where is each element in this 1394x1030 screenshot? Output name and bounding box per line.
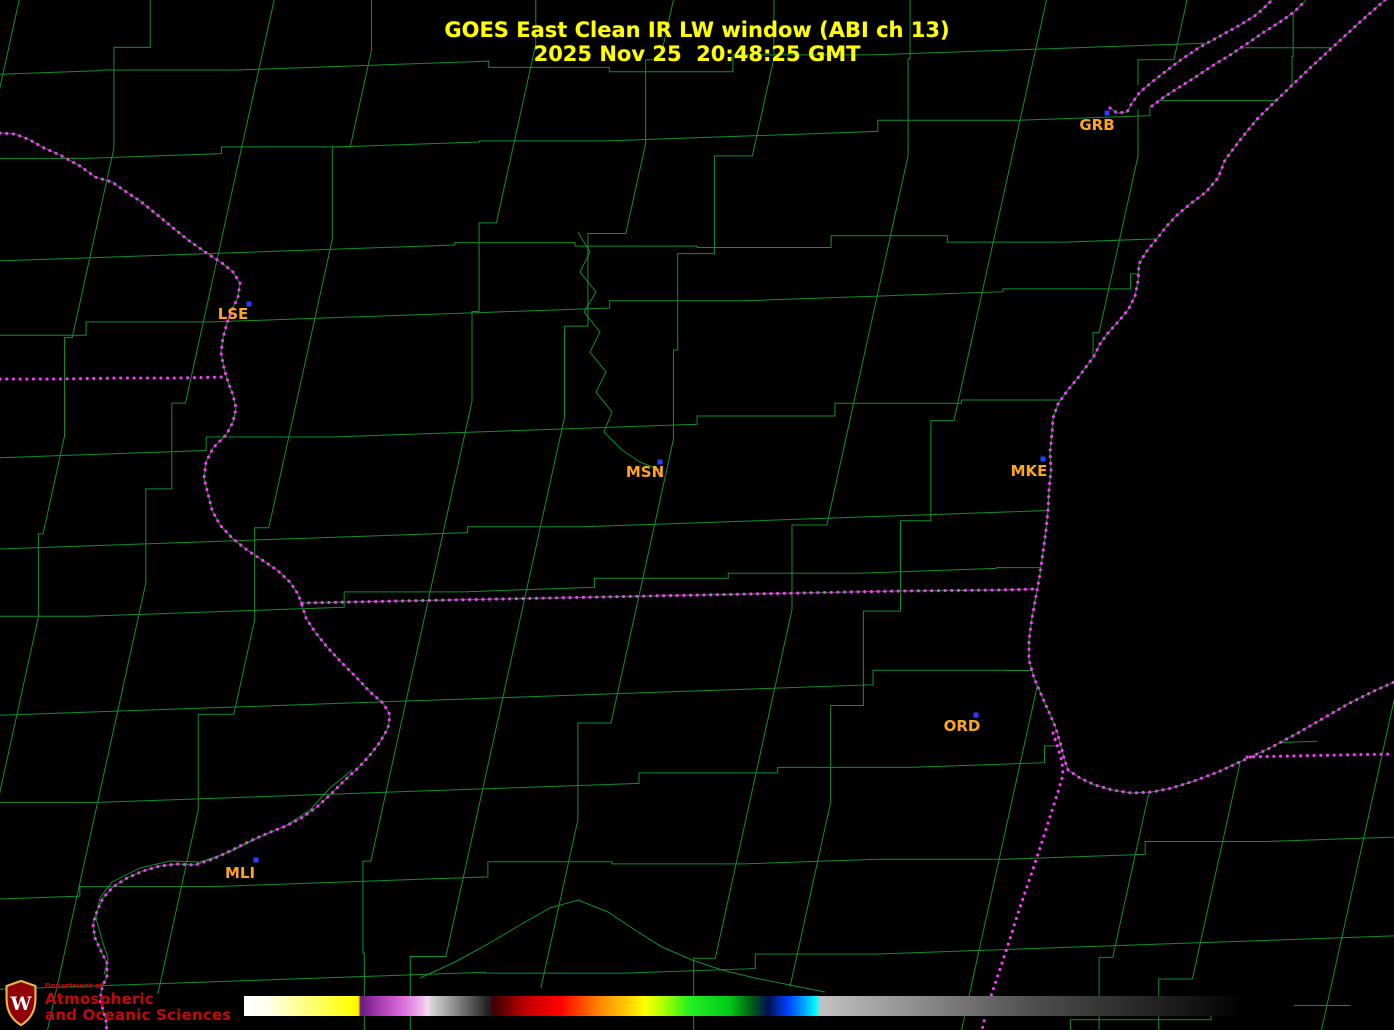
county-line-horizontal (0, 837, 1394, 900)
county-line-vertical (0, 0, 160, 977)
uw-aos-logo: W Department of Atmospheric and Oceanic … (4, 979, 231, 1027)
boundary-in-mi-state-border (1247, 754, 1394, 757)
svg-text:W: W (10, 993, 33, 1015)
county-line-vertical (410, 0, 682, 1030)
mississippi-river-lower-shoreline (93, 605, 390, 1030)
station-dot-mke (1041, 457, 1046, 462)
lower-meander (420, 900, 825, 992)
logo-dept-line: Department of (45, 983, 231, 990)
goes-ir-map: GRB LSE MSN MKE ORD MLI (0, 0, 1394, 1030)
station-grb: GRB (1079, 111, 1114, 135)
stations-layer: GRB LSE MSN MKE ORD MLI (218, 111, 1115, 883)
station-label-mke: MKE (1011, 462, 1048, 480)
satellite-image-viewport: GRBLSEMSNMKEORDMLI GOES East Clean IR LW… (0, 0, 1394, 1030)
station-mli: MLI (225, 858, 259, 883)
county-line-vertical (541, 0, 790, 988)
temperature-colorbar (244, 996, 1294, 1016)
logo-text: Department of Atmospheric and Oceanic Sc… (45, 983, 231, 1024)
station-label-grb: GRB (1079, 116, 1114, 134)
boundary-mississippi-river-upper (0, 133, 302, 605)
station-label-lse: LSE (218, 305, 249, 323)
boundary-mississippi-river-lower (93, 605, 390, 1030)
mississippi-river-upper-shoreline (0, 133, 302, 605)
station-mke: MKE (1011, 457, 1048, 481)
station-lse: LSE (218, 302, 252, 324)
county-line-vertical (158, 0, 408, 994)
boundary-mn-ia-state-border (0, 377, 222, 379)
wisconsin-river (578, 232, 660, 470)
station-dot-mli (254, 858, 259, 863)
station-label-mli: MLI (225, 864, 255, 882)
station-label-ord: ORD (944, 717, 981, 735)
logo-line-2: and Oceanic Sciences (45, 1008, 231, 1024)
county-line-vertical (0, 0, 28, 1030)
station-msn: MSN (626, 460, 664, 482)
county-line-vertical (790, 0, 1055, 987)
county-line-horizontal (0, 96, 1394, 162)
station-label-msn: MSN (626, 463, 664, 481)
county-line-vertical (694, 0, 931, 1030)
station-ord: ORD (944, 713, 981, 736)
station-dot-grb (1105, 111, 1110, 116)
county-line-vertical (363, 0, 548, 1030)
uw-crest-icon: W (4, 979, 38, 1027)
